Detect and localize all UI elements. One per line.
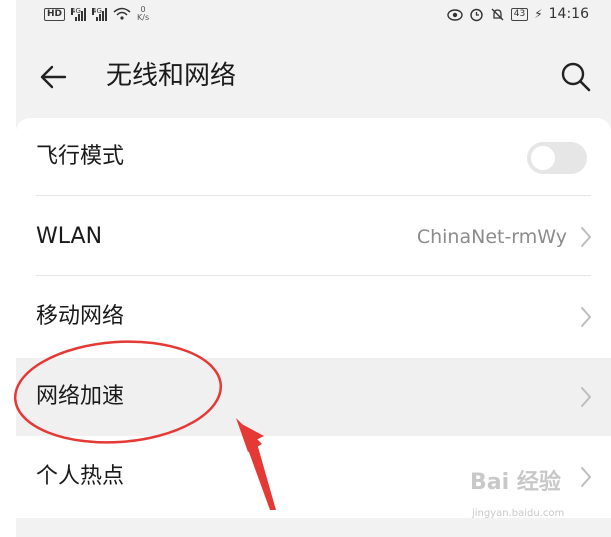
charging-icon: ⚡ bbox=[534, 7, 543, 21]
setting-label: 个人热点 bbox=[36, 464, 125, 489]
search-icon[interactable] bbox=[559, 60, 593, 94]
chevron-right-icon bbox=[581, 467, 591, 487]
airplane-mode-toggle[interactable] bbox=[527, 142, 587, 174]
setting-mobile-network[interactable]: 移动网络 bbox=[16, 278, 611, 356]
status-bar-right: 43 ⚡ 14:16 bbox=[447, 6, 589, 22]
phone-screen: HD 4G 4G 0 K/s 43 ⚡ 14:16 无线和网络 飞行模式 WLA… bbox=[16, 0, 611, 537]
eye-comfort-icon bbox=[447, 9, 463, 21]
mute-icon bbox=[491, 8, 504, 20]
setting-label: 飞行模式 bbox=[36, 144, 125, 169]
setting-label: 网络加速 bbox=[36, 384, 125, 409]
wifi-icon bbox=[113, 7, 131, 20]
watermark-url: jingyan.baidu.com bbox=[472, 508, 565, 519]
setting-network-acceleration[interactable]: 网络加速 bbox=[16, 358, 611, 436]
network-speed: 0 K/s bbox=[137, 6, 149, 22]
divider bbox=[36, 195, 591, 196]
watermark: Bai 经验 bbox=[470, 470, 561, 495]
setting-wlan[interactable]: WLAN ChinaNet-rmWy bbox=[16, 198, 611, 276]
chevron-right-icon bbox=[581, 387, 591, 407]
alarm-icon bbox=[470, 8, 483, 21]
toggle-knob bbox=[531, 146, 555, 170]
settings-list: 飞行模式 WLAN ChinaNet-rmWy 移动网络 网络加速 个人热点 bbox=[16, 118, 611, 518]
chevron-right-icon bbox=[581, 227, 591, 247]
status-bar: HD 4G 4G 0 K/s 43 ⚡ 14:16 bbox=[16, 0, 611, 36]
setting-label: WLAN bbox=[36, 224, 103, 249]
setting-airplane-mode[interactable]: 飞行模式 bbox=[16, 118, 611, 196]
page-title: 无线和网络 bbox=[106, 61, 237, 91]
divider bbox=[36, 275, 591, 276]
setting-label: 移动网络 bbox=[36, 304, 125, 329]
hd-icon: HD bbox=[44, 7, 66, 21]
battery-icon: 43 bbox=[510, 7, 529, 21]
chevron-right-icon bbox=[581, 307, 591, 327]
status-bar-left: HD 4G 4G 0 K/s bbox=[44, 6, 149, 22]
signal-4g-icon: 4G bbox=[71, 6, 87, 21]
network-type-label: 4G bbox=[92, 6, 102, 15]
clock: 14:16 bbox=[548, 6, 589, 22]
network-speed-unit: K/s bbox=[137, 13, 150, 22]
wlan-network-name: ChinaNet-rmWy bbox=[416, 226, 567, 248]
app-bar: 无线和网络 bbox=[16, 36, 611, 118]
network-type-label: 4G bbox=[71, 6, 81, 15]
signal-4g-icon: 4G bbox=[92, 6, 108, 21]
arrow-left-icon[interactable] bbox=[38, 62, 68, 92]
